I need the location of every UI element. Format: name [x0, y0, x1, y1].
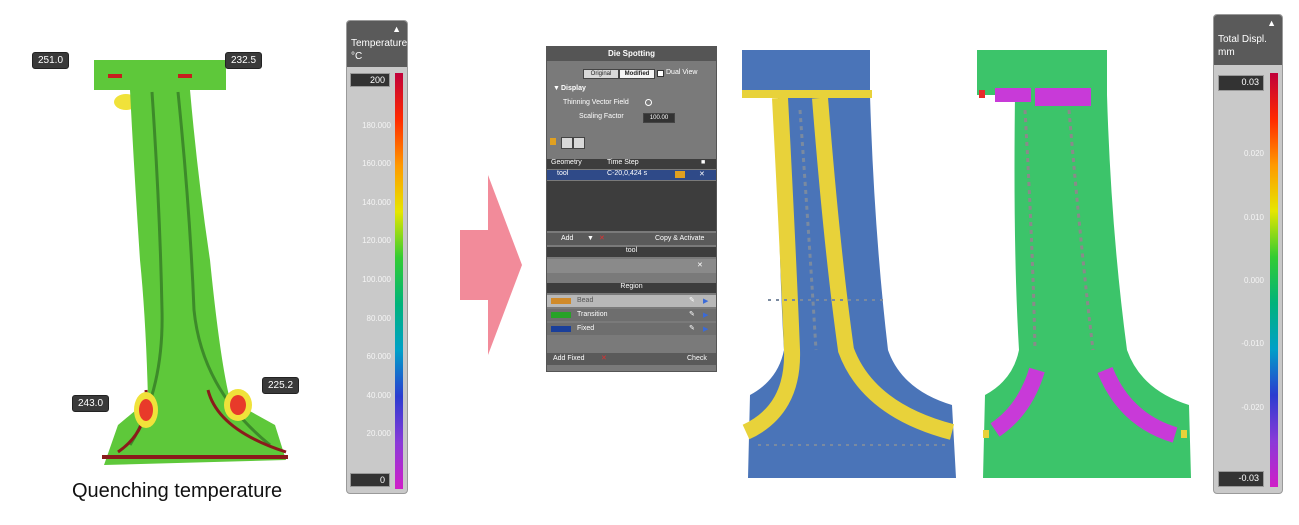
- temperature-legend-unit: °C: [351, 51, 363, 62]
- thinning-vector-checkbox[interactable]: [645, 99, 652, 106]
- legend-tick-label: 140.000: [362, 197, 391, 207]
- temperature-legend-header: ▲ Temperature °C: [347, 21, 407, 67]
- chevron-right-icon[interactable]: ▶: [703, 325, 708, 333]
- legend-tick-label: 80.000: [366, 313, 391, 323]
- displacement-max-input[interactable]: 0.03: [1218, 75, 1264, 91]
- legend-tick-label: 180.000: [362, 120, 391, 130]
- temperature-max-input[interactable]: 200: [350, 73, 390, 87]
- legend-tick-label: 100.000: [362, 275, 391, 284]
- region-column-header: Region: [620, 283, 643, 290]
- edit-icon[interactable]: [675, 171, 685, 178]
- modified-toggle[interactable]: Modified: [619, 69, 655, 79]
- region-color-swatch: [551, 326, 571, 332]
- timestep-column-header: Time Step: [607, 159, 639, 166]
- legend-tick-label: -0.010: [1241, 339, 1264, 349]
- dual-view-label: Dual View: [666, 69, 698, 76]
- copy-activate-button[interactable]: Copy & Activate: [655, 235, 704, 242]
- add-fixed-button[interactable]: Add Fixed: [553, 355, 585, 362]
- temperature-legend-title: Temperature: [351, 38, 408, 49]
- legend-tick-label: -0.020: [1241, 402, 1264, 412]
- legend-tick-label: 0.010: [1243, 212, 1264, 222]
- chevron-down-icon[interactable]: ▼: [553, 85, 560, 92]
- tool-section-header: tool: [625, 247, 638, 254]
- legend-tick-label: 120.000: [362, 236, 391, 246]
- die-spotting-title: Die Spotting: [547, 47, 716, 61]
- delete-icon[interactable]: ✕: [601, 354, 607, 362]
- region-color-swatch: [551, 312, 571, 318]
- temperature-color-scale: [395, 73, 403, 489]
- pin-icon[interactable]: ▲: [392, 23, 401, 36]
- geometry-row-value[interactable]: tool: [557, 170, 568, 177]
- edit-icon[interactable]: ✎: [689, 324, 695, 332]
- tool-button-2[interactable]: [573, 137, 585, 149]
- dual-view-checkbox[interactable]: [657, 70, 664, 77]
- quench-temperature-model: [94, 60, 288, 465]
- displacement-legend-header: ▲ Total Displ. mm: [1214, 15, 1282, 65]
- displacement-legend-title: Total Displ.: [1218, 34, 1267, 45]
- region-color-swatch: [551, 298, 571, 304]
- displacement-color-scale: [1270, 73, 1278, 487]
- legend-tick-label: 0.020: [1243, 149, 1264, 159]
- legend-tick-label: 0.000: [1243, 276, 1264, 285]
- lock-icon[interactable]: [550, 138, 556, 145]
- chevron-right-icon[interactable]: ▶: [703, 297, 708, 305]
- scaling-factor-input[interactable]: 100.00: [643, 113, 675, 123]
- geometry-column-header: Geometry: [551, 159, 582, 166]
- legend-tick-label: 40.000: [366, 390, 391, 400]
- check-button[interactable]: Check: [687, 355, 707, 362]
- legend-tick-label: 60.000: [366, 352, 391, 362]
- region-row[interactable]: Fixed ✎ ▶: [547, 323, 716, 335]
- chevron-right-icon[interactable]: ▶: [703, 311, 708, 319]
- displacement-min-input[interactable]: -0.03: [1218, 471, 1264, 487]
- original-toggle[interactable]: Original: [583, 69, 619, 79]
- menu-icon[interactable]: ■: [701, 159, 705, 166]
- tool-button-1[interactable]: [561, 137, 573, 149]
- close-icon[interactable]: ✕: [697, 261, 703, 269]
- region-name: Fixed: [577, 325, 595, 332]
- legend-tick-label: 160.000: [362, 159, 391, 169]
- region-model: [742, 50, 956, 478]
- pin-icon[interactable]: ▲: [1267, 17, 1276, 30]
- temperature-legend: ▲ Temperature °C 200 180.000 160.000 140.0…: [346, 20, 408, 494]
- timestep-row-value[interactable]: C-20,0,424 s: [607, 170, 647, 177]
- displacement-legend-unit: mm: [1218, 47, 1235, 58]
- temp-callout-top-left: 251.0: [32, 52, 70, 69]
- chevron-down-icon[interactable]: ▼: [587, 235, 594, 242]
- thinning-vector-label: Thinning Vector Field: [563, 99, 629, 106]
- edit-icon[interactable]: ✎: [689, 310, 695, 318]
- scaling-factor-label: Scaling Factor: [579, 113, 624, 120]
- delete-icon[interactable]: ✕: [599, 234, 605, 242]
- region-name: Transition: [577, 311, 608, 318]
- display-section-label: Display: [561, 85, 586, 92]
- die-spotting-panel: Die Spotting Original Modified Dual View…: [546, 46, 717, 372]
- displacement-legend: ▲ Total Displ. mm 0.03 0.020 0.010 0.000 -0…: [1213, 14, 1283, 494]
- region-row[interactable]: Transition ✎ ▶: [547, 309, 716, 321]
- arrow-right-icon: [460, 175, 522, 355]
- temp-callout-bottom-left: 243.0: [72, 395, 110, 412]
- region-row[interactable]: Bead ✎ ▶: [547, 295, 716, 307]
- displacement-model: [977, 50, 1191, 478]
- quenching-caption: Quenching temperature: [72, 480, 283, 502]
- temp-callout-top-right: 232.5: [225, 52, 263, 69]
- region-name: Bead: [577, 297, 594, 304]
- close-icon[interactable]: ✕: [699, 170, 705, 178]
- edit-icon[interactable]: ✎: [689, 296, 695, 304]
- legend-tick-label: 20.000: [366, 429, 391, 439]
- temperature-min-input[interactable]: 0: [350, 473, 390, 487]
- temp-callout-bottom-right: 225.2: [262, 377, 300, 394]
- add-button[interactable]: Add: [561, 235, 573, 242]
